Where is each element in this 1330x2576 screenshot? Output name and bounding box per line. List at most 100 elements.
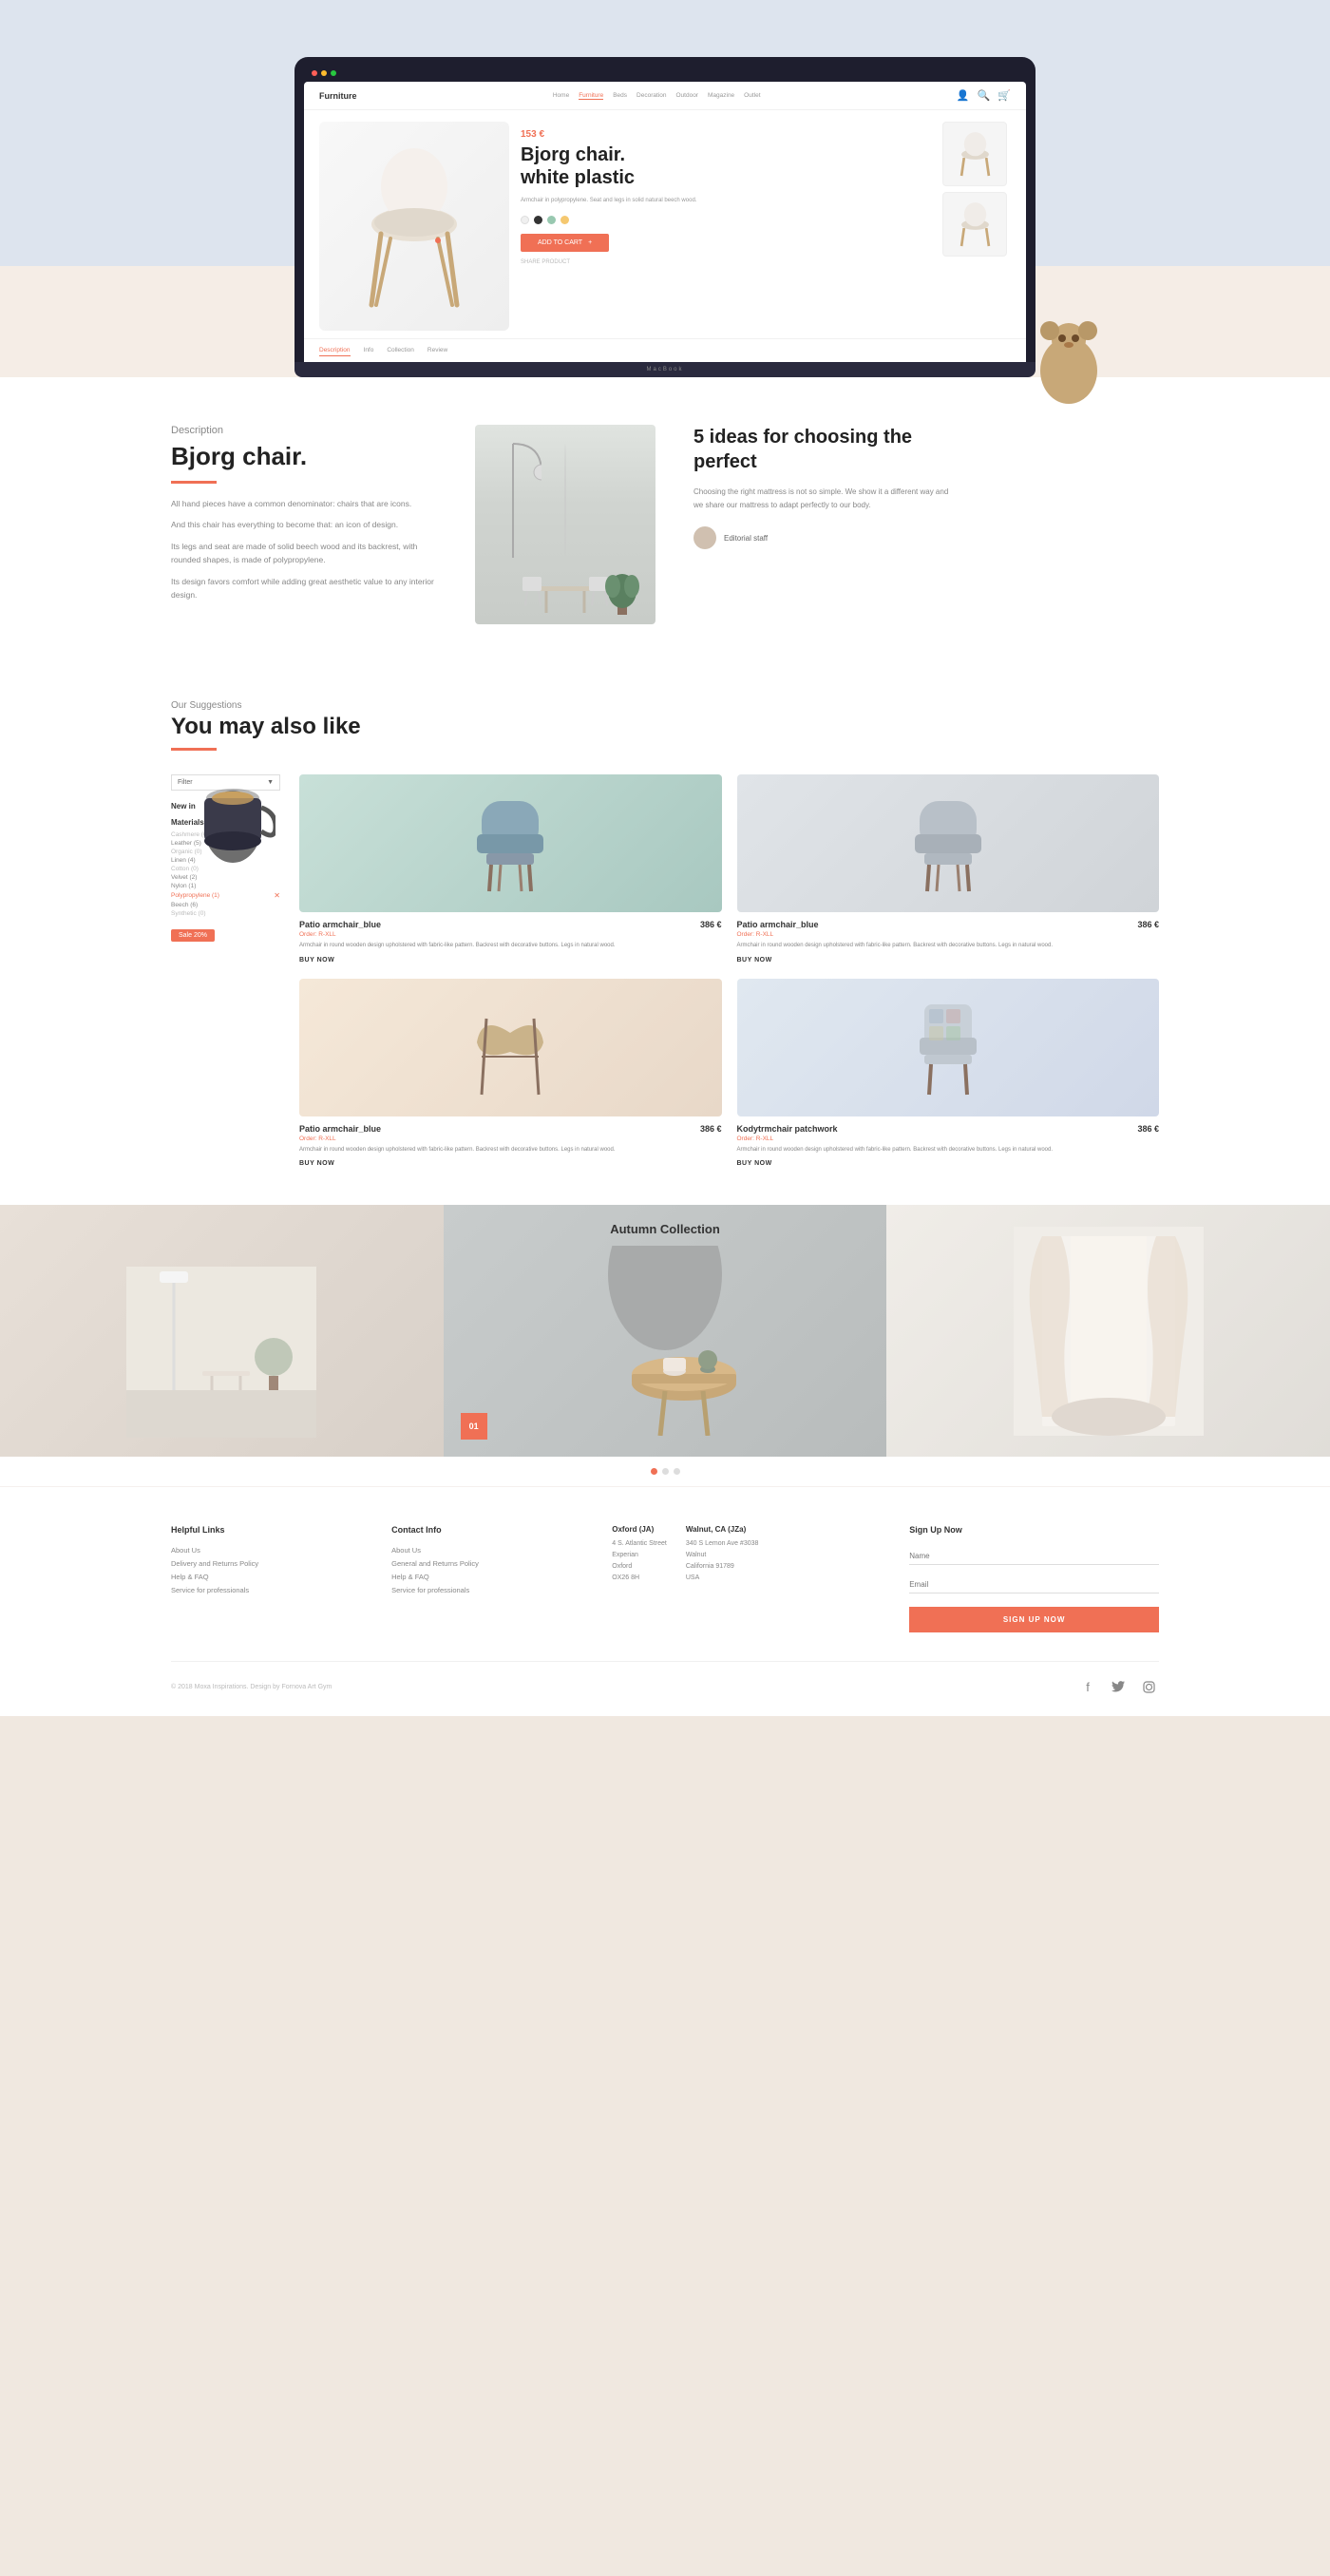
- social-icons: f: [1077, 1676, 1159, 1697]
- product-card-2-header: Patio armchair_blue 386 €: [737, 920, 1160, 929]
- laptop-screen: Furniture Home Furniture Beds Decoration…: [304, 82, 1026, 362]
- nav-home[interactable]: Home: [553, 92, 569, 100]
- nav-outlet[interactable]: Outlet: [744, 92, 760, 100]
- share-product[interactable]: SHARE PRODUCT: [521, 259, 931, 265]
- nav-furniture[interactable]: Furniture: [579, 92, 603, 100]
- facebook-icon[interactable]: f: [1077, 1676, 1098, 1697]
- footer-contact-title: Contact Info: [391, 1525, 583, 1535]
- signup-button[interactable]: SIGN UP NOW: [909, 1607, 1159, 1632]
- buy-now-4[interactable]: BUY NOW: [737, 1160, 1160, 1167]
- product-card-2-price: 386 €: [1137, 920, 1159, 929]
- user-icon[interactable]: 👤: [957, 89, 970, 102]
- nav-outdoor[interactable]: Outdoor: [675, 92, 698, 100]
- tab-info[interactable]: Info: [364, 347, 374, 356]
- footer-link-service[interactable]: Service for professionals: [171, 1586, 363, 1594]
- page-wrapper: Furniture Home Furniture Beds Decoration…: [0, 0, 1330, 1716]
- macbook-label: MacBook: [646, 367, 683, 372]
- filter-polypropylene[interactable]: Polypropylene (1) ✕: [171, 891, 280, 900]
- search-icon[interactable]: 🔍: [978, 89, 991, 102]
- color-dark[interactable]: [534, 216, 542, 224]
- autumn-collection: Autumn Collection: [0, 1205, 1330, 1486]
- autumn-dots: [0, 1457, 1330, 1486]
- signup-email-input[interactable]: [909, 1576, 1159, 1593]
- product-card-1-img: [299, 774, 722, 912]
- footer-contact-returns[interactable]: General and Returns Policy: [391, 1559, 583, 1568]
- product-price: 153 €: [521, 129, 931, 140]
- autumn-dot-2[interactable]: [662, 1468, 669, 1475]
- product-card-2: Patio armchair_blue 386 € Order: R-XLL A…: [737, 774, 1160, 964]
- sale-badge[interactable]: Sale 20%: [171, 929, 215, 942]
- desc-center-image: [475, 425, 656, 624]
- footer-link-about[interactable]: About Us: [171, 1546, 363, 1555]
- product-thumbnails: [942, 122, 1011, 257]
- color-green[interactable]: [547, 216, 556, 224]
- product-card-2-img: [737, 774, 1160, 912]
- thumb-1[interactable]: [942, 122, 1007, 186]
- footer-signup-title: Sign Up Now: [909, 1525, 1159, 1535]
- nav-decoration[interactable]: Decoration: [636, 92, 666, 100]
- site-logo: Furniture: [319, 91, 357, 101]
- product-card-2-subtitle: Order: R-XLL: [737, 931, 1160, 938]
- tab-description[interactable]: Description: [319, 347, 351, 356]
- products-grid: Patio armchair_blue 386 € Order: R-XLL A…: [299, 774, 1159, 1167]
- twitter-icon[interactable]: [1108, 1676, 1129, 1697]
- product-description: Armchair in polypropylene. Seat and legs…: [521, 197, 931, 206]
- laptop-section: Furniture Home Furniture Beds Decoration…: [0, 0, 1330, 377]
- nav-magazine[interactable]: Magazine: [708, 92, 734, 100]
- suggestions-content: Filter ▼ New in Materials Cashmere (0) L…: [171, 774, 1159, 1167]
- footer-helpful-links: Helpful Links About Us Delivery and Retu…: [171, 1525, 363, 1632]
- ideas-text: Choosing the right mattress is not so si…: [694, 486, 960, 511]
- tab-collection[interactable]: Collection: [387, 347, 414, 356]
- cart-icon[interactable]: 🛒: [998, 89, 1011, 102]
- autumn-dot-active[interactable]: [651, 1468, 657, 1475]
- add-to-cart-button[interactable]: ADD TO CART +: [521, 234, 609, 252]
- filter-beech[interactable]: Beech (6): [171, 902, 280, 908]
- product-card-2-name: Patio armchair_blue: [737, 920, 819, 929]
- tab-review[interactable]: Review: [428, 347, 447, 356]
- staff-name: Editorial staff: [724, 534, 768, 543]
- suggestions-line: [171, 748, 217, 751]
- autumn-center: Autumn Collection: [444, 1205, 887, 1457]
- color-yellow[interactable]: [560, 216, 569, 224]
- product-card-4-name: Kodytrmchair patchwork: [737, 1124, 838, 1134]
- autumn-dot-3[interactable]: [674, 1468, 680, 1475]
- nav-links: Home Furniture Beds Decoration Outdoor M…: [553, 92, 761, 100]
- copyright-text: © 2018 Moxa Inspirations. Design by Forn…: [171, 1684, 332, 1690]
- color-white[interactable]: [521, 216, 529, 224]
- thumb-2[interactable]: [942, 192, 1007, 257]
- address-oxford-city: Oxford (JA): [612, 1525, 667, 1534]
- signup-name-input[interactable]: [909, 1548, 1159, 1565]
- footer-signup: Sign Up Now SIGN UP NOW: [909, 1525, 1159, 1632]
- buy-now-2[interactable]: BUY NOW: [737, 957, 1160, 964]
- desc-right: 5 ideas for choosing the perfect Choosin…: [694, 425, 960, 549]
- product-info: 153 € Bjorg chair. white plastic Armchai…: [521, 122, 931, 273]
- desc-para-4: Its design favors comfort while adding g…: [171, 575, 437, 602]
- laptop-mockup: Furniture Home Furniture Beds Decoration…: [294, 57, 1036, 377]
- instagram-icon[interactable]: [1138, 1676, 1159, 1697]
- autumn-right: [886, 1205, 1330, 1457]
- footer-grid: Helpful Links About Us Delivery and Retu…: [171, 1525, 1159, 1632]
- footer: Helpful Links About Us Delivery and Retu…: [0, 1486, 1330, 1716]
- filter-synthetic[interactable]: Synthetic (0): [171, 910, 280, 917]
- footer-link-help[interactable]: Help & FAQ: [171, 1573, 363, 1581]
- buy-now-3[interactable]: BUY NOW: [299, 1160, 722, 1167]
- footer-contact-about[interactable]: About Us: [391, 1546, 583, 1555]
- suggestions-section: Our Suggestions You may also like Filter…: [0, 672, 1330, 1205]
- filter-nylon[interactable]: Nylon (1): [171, 883, 280, 889]
- product-card-4-desc: Armchair in round wooden design upholste…: [737, 1146, 1160, 1155]
- footer-bottom: © 2018 Moxa Inspirations. Design by Forn…: [171, 1661, 1159, 1697]
- desc-para-3: Its legs and seat are made of solid beec…: [171, 540, 437, 567]
- product-card-3-price: 386 €: [700, 1124, 722, 1134]
- product-card-3-name: Patio armchair_blue: [299, 1124, 381, 1134]
- footer-contact-service[interactable]: Service for professionals: [391, 1586, 583, 1594]
- address-oxford-street: 4 S. Atlantic StreetExperianOxfordOX26 8…: [612, 1538, 667, 1584]
- desc-left: Description Bjorg chair. All hand pieces…: [171, 425, 437, 602]
- staff-avatar: [694, 526, 716, 549]
- footer-contact-faq[interactable]: Help & FAQ: [391, 1573, 583, 1581]
- product-card-4-header: Kodytrmchair patchwork 386 €: [737, 1124, 1160, 1134]
- site-navbar: Furniture Home Furniture Beds Decoration…: [304, 82, 1026, 110]
- nav-beds[interactable]: Beds: [613, 92, 627, 100]
- product-card-1-desc: Armchair in round wooden design upholste…: [299, 942, 722, 951]
- footer-link-delivery[interactable]: Delivery and Returns Policy: [171, 1559, 363, 1568]
- buy-now-1[interactable]: BUY NOW: [299, 957, 722, 964]
